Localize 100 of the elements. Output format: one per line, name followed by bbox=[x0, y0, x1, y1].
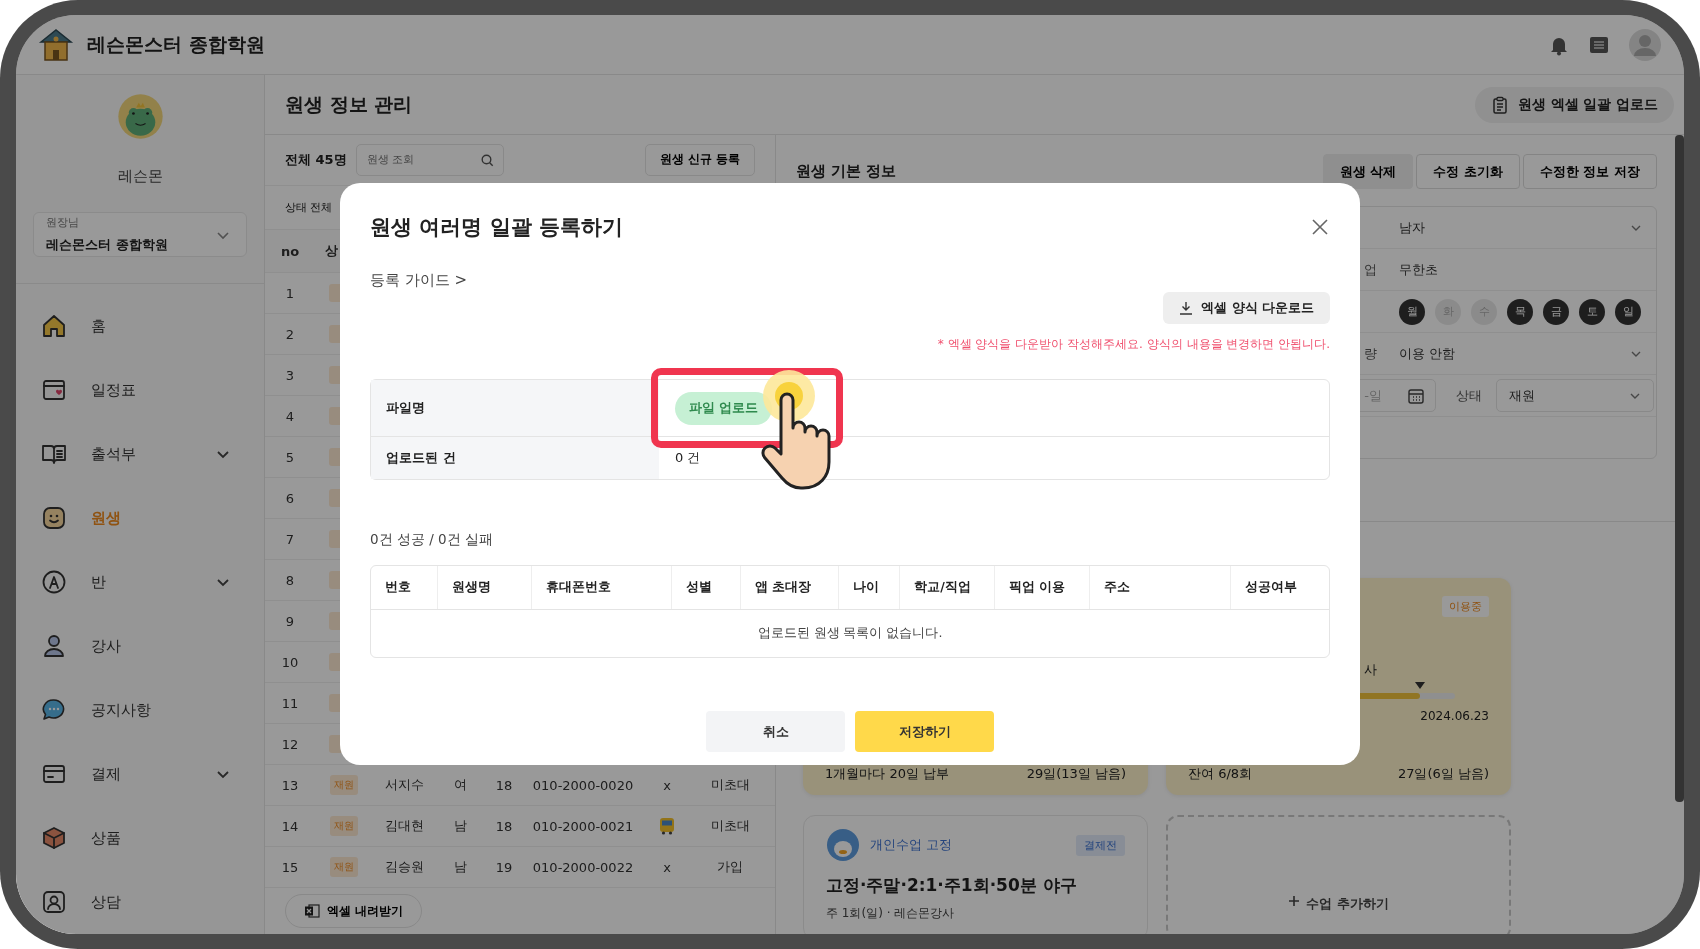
table-cell-text: 010-2000-0021 bbox=[531, 818, 635, 834]
sidebar-item[interactable]: 반 bbox=[16, 550, 264, 614]
clipboard-icon bbox=[1490, 95, 1509, 114]
action-button[interactable]: 수정 초기화 bbox=[1416, 154, 1520, 189]
table-cell-text: 남 bbox=[452, 858, 468, 876]
table-cell-text: 18 bbox=[494, 818, 514, 834]
empty-message: 업로드된 원생 목록이 없습니다. bbox=[757, 625, 943, 642]
table-cell-text: 4 bbox=[284, 408, 296, 424]
guide-link[interactable]: 등록 가이드 > bbox=[370, 271, 468, 290]
person-frame-icon bbox=[41, 889, 67, 915]
table-cell-text: 9 bbox=[284, 613, 296, 629]
marker-icon bbox=[1415, 682, 1426, 689]
field-label: 파일명 bbox=[386, 399, 425, 417]
section-title: 원생 기본 정보 bbox=[796, 162, 898, 181]
column-header: 주소 bbox=[1089, 566, 1232, 609]
download-icon bbox=[1179, 301, 1194, 315]
column-header: 번호 bbox=[371, 566, 438, 609]
status-filter[interactable]: 상태 전체 bbox=[285, 199, 333, 215]
add-lesson-button[interactable]: 수업 추가하기 bbox=[1166, 815, 1511, 934]
field-label: 업 bbox=[1364, 261, 1377, 277]
academy-selector[interactable]: 원장님 레슨몬스터 종합학원 bbox=[33, 212, 247, 257]
duck-avatar-icon bbox=[826, 828, 860, 862]
column-header: 휴대폰번호 bbox=[531, 566, 673, 609]
action-button[interactable]: 수정한 정보 저장 bbox=[1522, 154, 1657, 189]
weekday-toggle[interactable]: 일 bbox=[1615, 298, 1641, 325]
letter-a-circle-icon bbox=[41, 569, 67, 595]
select-field[interactable]: 남자 bbox=[1399, 218, 1642, 237]
sidebar-item[interactable]: 일정표 bbox=[16, 358, 264, 422]
sidebar-item[interactable]: 상품 bbox=[16, 806, 264, 870]
bulk-upload-button[interactable]: 원생 엑셀 일괄 업로드 bbox=[1474, 86, 1674, 123]
dialog-title: 원생 여러명 일괄 등록하기 bbox=[370, 214, 623, 241]
sidebar-item[interactable]: 홈 bbox=[16, 294, 264, 358]
card-text: 1개월마다 20일 납부 bbox=[825, 765, 950, 783]
table-cell-text: 7 bbox=[284, 531, 296, 547]
weekday-toggle[interactable]: 목 bbox=[1507, 298, 1533, 325]
sidebar-item[interactable]: 출석부 bbox=[16, 422, 264, 486]
box-icon bbox=[41, 825, 67, 851]
save-button[interactable]: 저장하기 bbox=[855, 711, 994, 752]
table-cell-text: 김대현 bbox=[383, 817, 425, 835]
sidebar-item[interactable]: 강사 bbox=[16, 614, 264, 678]
select-field[interactable]: 이용 안함 bbox=[1399, 344, 1642, 363]
text-field[interactable]: 무한초 bbox=[1399, 260, 1438, 279]
calendar-icon bbox=[41, 377, 67, 403]
column-header: 나이 bbox=[838, 566, 901, 609]
status-badge: 재원 bbox=[329, 857, 358, 877]
notice-text: * 엑셀 양식을 다운받아 작성해주세요. 양식의 내용을 변경하면 안됩니다. bbox=[936, 336, 1330, 353]
table-cell-text: 18 bbox=[494, 777, 514, 793]
table-cell-text: 3 bbox=[284, 367, 296, 383]
table-cell-text: 010-2000-0022 bbox=[531, 859, 635, 875]
table-cell-text: 14 bbox=[280, 818, 300, 834]
result-summary: 0건 성공 / 0건 실패 bbox=[370, 531, 494, 549]
field-label: 량 bbox=[1364, 345, 1377, 361]
search-icon bbox=[480, 153, 494, 167]
table-cell-text: 1 bbox=[284, 285, 296, 301]
profile-name: 레슨몬 bbox=[117, 167, 163, 186]
table-cell-text: 미초대 bbox=[709, 817, 751, 835]
table-cell-text: 10 bbox=[280, 654, 300, 670]
table-cell: x bbox=[663, 777, 671, 793]
table-cell-text: 11 bbox=[280, 695, 300, 711]
template-download-button[interactable]: 엑셀 양식 다운로드 bbox=[1163, 292, 1330, 324]
scrollbar[interactable] bbox=[1675, 135, 1684, 802]
sidebar-item[interactable]: 공지사항 bbox=[16, 678, 264, 742]
column-header: 픽업 이용 bbox=[995, 566, 1090, 609]
cancel-button[interactable]: 취소 bbox=[706, 711, 845, 752]
card-text: 27일(6일 남음) bbox=[1397, 765, 1489, 783]
sidebar-item[interactable]: 상담 bbox=[16, 870, 264, 934]
person-icon bbox=[41, 633, 67, 659]
new-student-button[interactable]: 원생 신규 등록 bbox=[644, 143, 755, 176]
weekday-toggle[interactable]: 금 bbox=[1543, 298, 1569, 325]
status-badge: 이용중 bbox=[1442, 596, 1489, 617]
table-cell-text: 19 bbox=[494, 859, 514, 875]
table-cell-text: 가입 bbox=[716, 858, 744, 876]
status-badge: 재원 bbox=[329, 775, 358, 795]
action-button[interactable]: 원생 삭제 bbox=[1322, 154, 1414, 189]
close-button[interactable] bbox=[1310, 217, 1330, 237]
column-header: no bbox=[279, 243, 301, 259]
excel-download-button[interactable]: 엑셀 내려받기 bbox=[285, 894, 423, 928]
plus-icon bbox=[1288, 895, 1301, 907]
table-cell-text: 5 bbox=[284, 449, 296, 465]
sidebar-item[interactable]: 결제 bbox=[16, 742, 264, 806]
search-field[interactable]: 원생 조회 bbox=[355, 143, 504, 176]
status-badge: 결제전 bbox=[1076, 834, 1125, 856]
column-header: 상 bbox=[325, 242, 338, 260]
table-cell-text: 여 bbox=[452, 776, 468, 794]
chat-bubble-icon bbox=[41, 697, 67, 723]
weekday-toggle[interactable]: 토 bbox=[1579, 298, 1605, 325]
table-cell-text: 15 bbox=[280, 859, 300, 875]
card-date: 2024.06.23 bbox=[1420, 709, 1489, 723]
column-header: 원생명 bbox=[437, 566, 532, 609]
weekday-toggle[interactable]: 월 bbox=[1399, 298, 1425, 325]
file-upload-button[interactable]: 파일 업로드 bbox=[675, 391, 773, 425]
card-text: 잔여 6/8회 bbox=[1188, 765, 1253, 783]
table-cell: x bbox=[663, 859, 671, 875]
lesson-title: 고정·주말·2:1·주1회·50분 야구 bbox=[826, 874, 1078, 897]
column-header: 성공여부 bbox=[1244, 578, 1299, 596]
card-text: 사 bbox=[1364, 661, 1378, 679]
status-select[interactable]: 재원 bbox=[1496, 379, 1654, 412]
student-count: 전체 45명 bbox=[285, 150, 347, 169]
table-cell-text: 김승원 bbox=[383, 858, 425, 876]
table-cell-text: 8 bbox=[284, 572, 296, 588]
